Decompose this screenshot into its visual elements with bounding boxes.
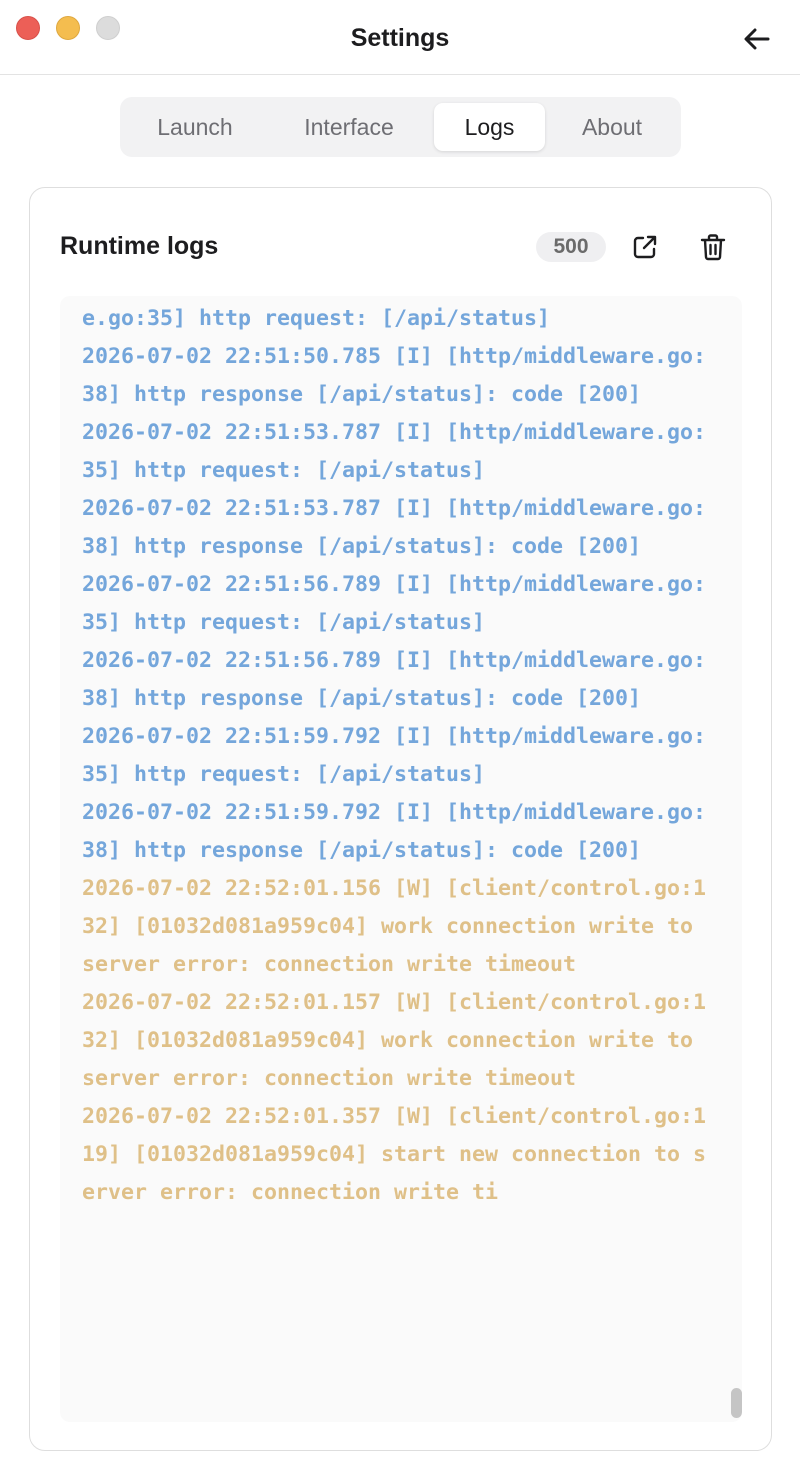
runtime-logs-card: Runtime logs 500 e.go:35] http request: … bbox=[29, 187, 772, 1451]
log-line: 2026-07-02 22:52:01.157 [W] [client/cont… bbox=[82, 990, 707, 1091]
log-viewer[interactable]: e.go:35] http request: [/api/status] 2026… bbox=[60, 296, 742, 1422]
title-bar: Settings bbox=[0, 0, 800, 75]
log-line: 2026-07-02 22:51:59.792 [I] [http/middle… bbox=[82, 724, 707, 787]
log-count-badge: 500 bbox=[536, 232, 606, 262]
window-title: Settings bbox=[350, 24, 450, 52]
tab-launch[interactable]: Launch bbox=[128, 103, 262, 151]
arrow-left-icon bbox=[744, 28, 770, 50]
log-line: 2026-07-02 22:52:01.357 [W] [client/cont… bbox=[82, 1104, 707, 1205]
log-line: 2026-07-02 22:51:56.789 [I] [http/middle… bbox=[82, 572, 707, 635]
log-line: 2026-07-02 22:51:53.787 [I] [http/middle… bbox=[82, 420, 707, 483]
log-line: 2026-07-02 22:52:01.156 [W] [client/cont… bbox=[82, 876, 707, 977]
back-button[interactable] bbox=[742, 24, 772, 54]
clear-logs-button[interactable] bbox=[697, 231, 729, 263]
runtime-logs-title: Runtime logs bbox=[60, 232, 219, 260]
log-lines: e.go:35] http request: [/api/status] 2026… bbox=[82, 300, 710, 1212]
log-scrollbar[interactable] bbox=[731, 1388, 742, 1418]
log-line: 2026-07-02 22:51:59.792 [I] [http/middle… bbox=[82, 800, 707, 863]
open-logs-button[interactable] bbox=[629, 231, 661, 263]
log-line: 2026-07-02 22:51:56.789 [I] [http/middle… bbox=[82, 648, 707, 711]
log-line: 2026-07-02 22:51:50.785 [I] [http/middle… bbox=[82, 344, 707, 407]
tab-interface[interactable]: Interface bbox=[275, 103, 423, 151]
external-link-icon bbox=[633, 235, 657, 259]
trash-icon bbox=[700, 234, 726, 261]
tab-logs[interactable]: Logs bbox=[434, 103, 545, 151]
log-line: e.go:35] http request: [/api/status] bbox=[82, 306, 551, 331]
tab-about[interactable]: About bbox=[552, 103, 672, 151]
log-line: 2026-07-02 22:51:53.787 [I] [http/middle… bbox=[82, 496, 707, 559]
settings-tab-bar: Launch Interface Logs About bbox=[120, 97, 681, 157]
